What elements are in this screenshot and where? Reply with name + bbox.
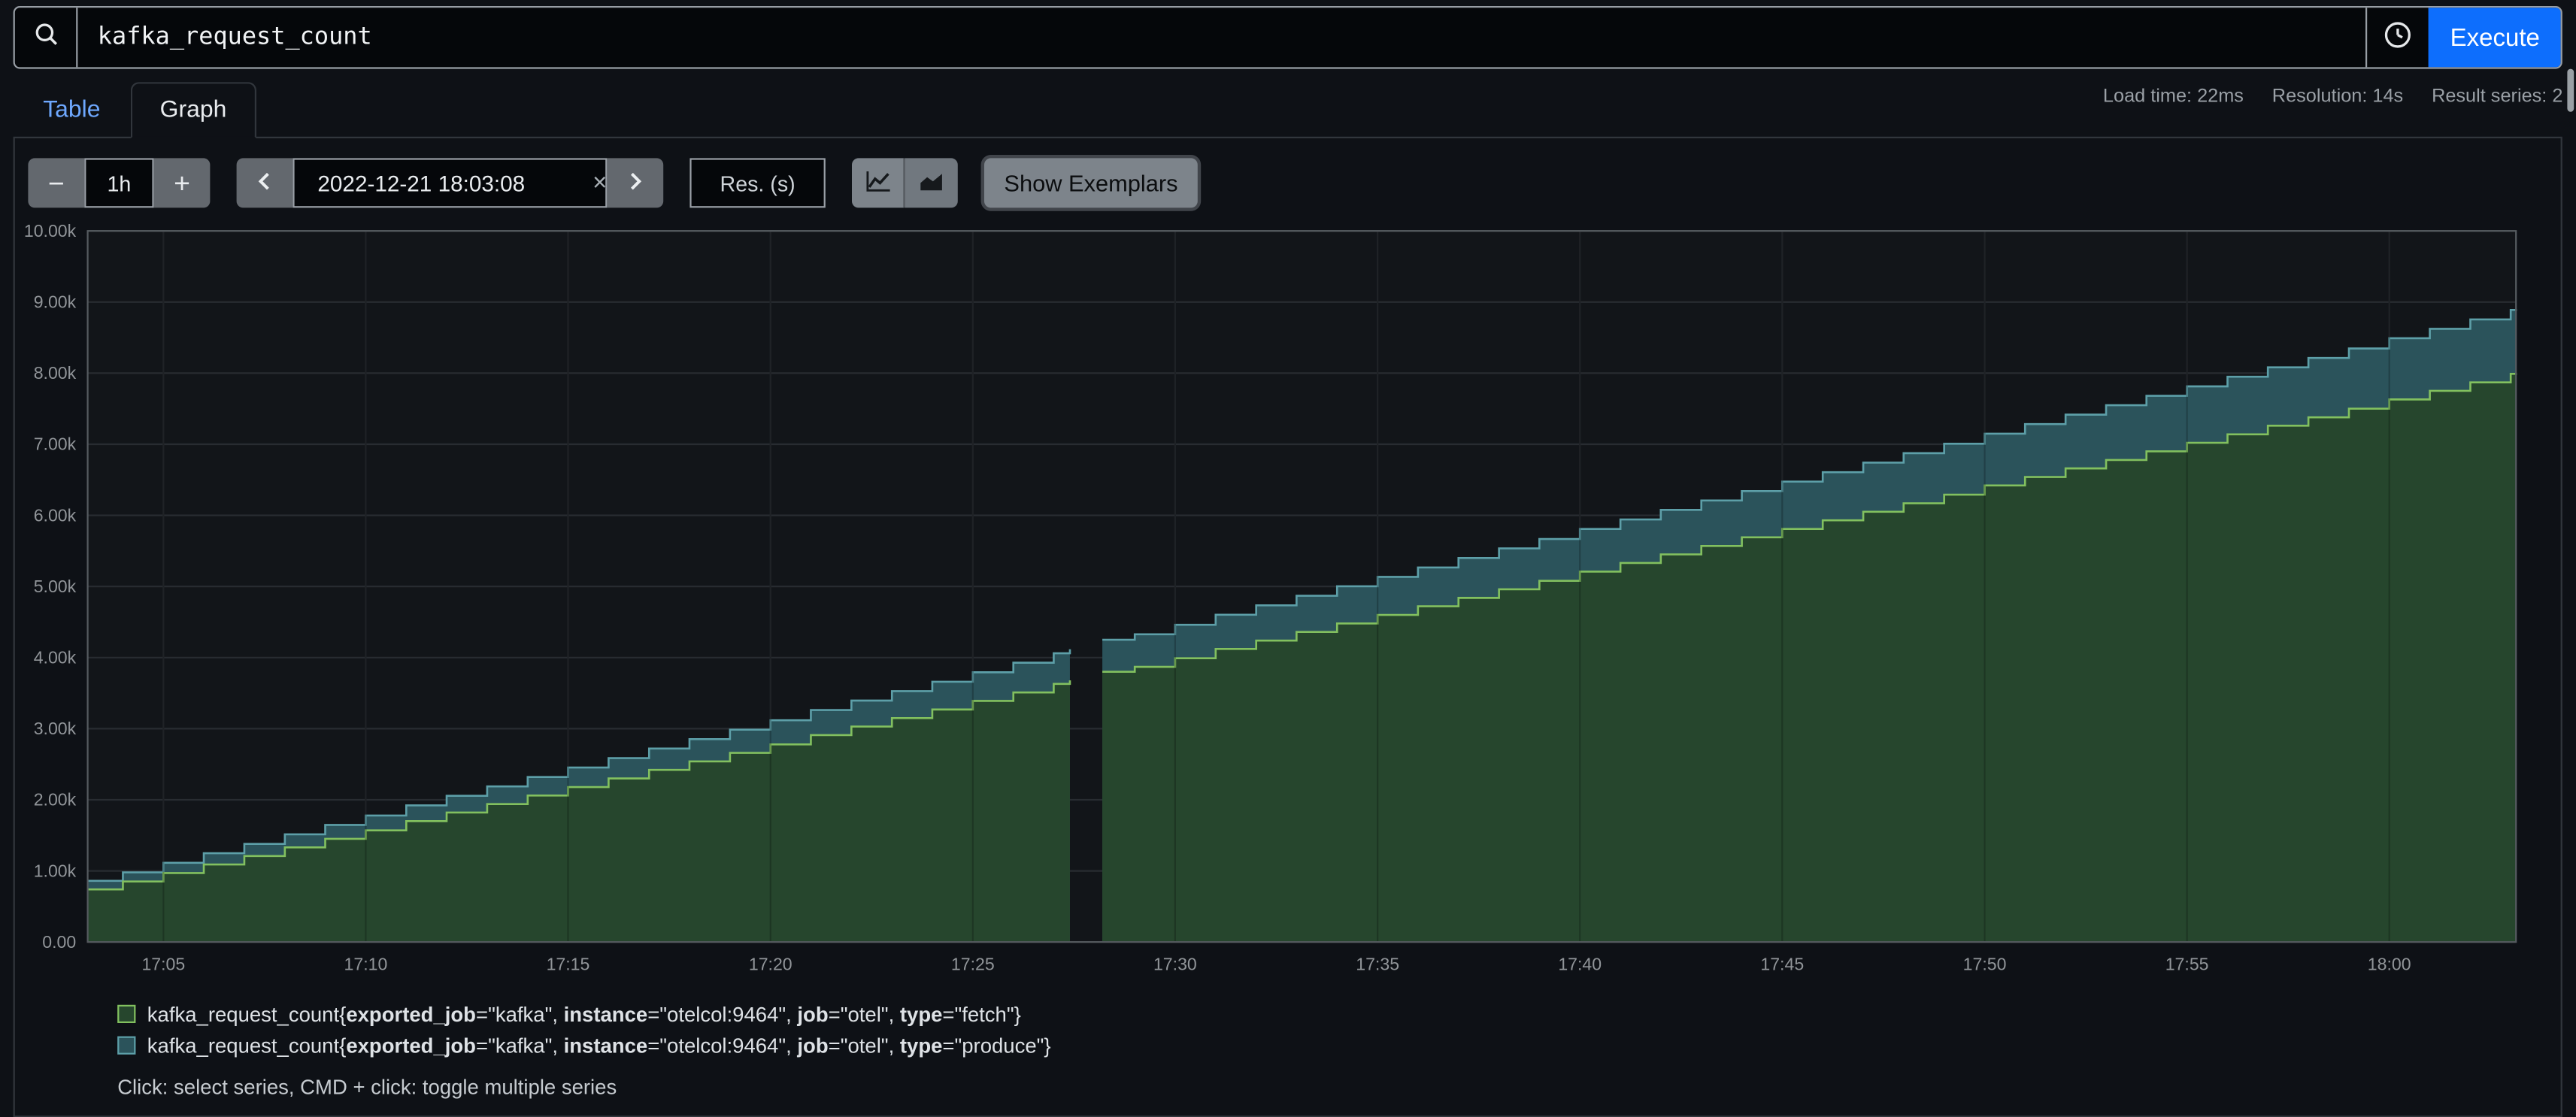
chevron-left-icon bbox=[255, 169, 274, 197]
resolution: Resolution: 14s bbox=[2272, 87, 2403, 107]
search-icon bbox=[32, 20, 59, 55]
resolution-input[interactable] bbox=[689, 158, 825, 207]
svg-text:17:20: 17:20 bbox=[749, 955, 792, 974]
svg-text:10.00k: 10.00k bbox=[25, 221, 77, 241]
datetime-input[interactable] bbox=[292, 158, 607, 207]
time-toggle-button[interactable] bbox=[2366, 8, 2429, 67]
query-input-group: Execute bbox=[14, 6, 2563, 69]
svg-text:5.00k: 5.00k bbox=[34, 577, 77, 596]
svg-text:2.00k: 2.00k bbox=[34, 790, 77, 810]
legend-label: kafka_request_count{exported_job="kafka"… bbox=[147, 1003, 1021, 1026]
clear-time-icon[interactable]: × bbox=[592, 171, 607, 195]
svg-text:3.00k: 3.00k bbox=[34, 719, 77, 738]
search-addon bbox=[15, 8, 78, 67]
svg-text:4.00k: 4.00k bbox=[34, 648, 77, 667]
range-increase-button[interactable]: + bbox=[154, 158, 211, 207]
graph-controls: − + × bbox=[28, 158, 2551, 207]
query-stats: Load time: 22ms Resolution: 14s Result s… bbox=[2080, 82, 2562, 107]
graph-type-group bbox=[852, 158, 958, 207]
load-time: Load time: 22ms bbox=[2103, 87, 2244, 107]
svg-text:17:15: 17:15 bbox=[547, 955, 590, 974]
svg-text:17:10: 17:10 bbox=[344, 955, 388, 974]
svg-text:17:45: 17:45 bbox=[1760, 955, 1804, 974]
legend-label: kafka_request_count{exported_job="kafka"… bbox=[147, 1034, 1051, 1057]
svg-text:0.00: 0.00 bbox=[42, 932, 76, 952]
legend-swatch bbox=[117, 1005, 135, 1023]
result-series: Result series: 2 bbox=[2432, 87, 2562, 107]
legend-hint: Click: select series, CMD + click: toggl… bbox=[117, 1076, 2551, 1099]
stacked-chart-icon bbox=[918, 169, 944, 197]
tabs-bar: Table Graph Load time: 22ms Resolution: … bbox=[14, 82, 2563, 138]
query-input[interactable] bbox=[77, 8, 2365, 67]
graph-panel: − + × bbox=[14, 138, 2563, 1117]
stacked-graph-button[interactable] bbox=[905, 158, 957, 207]
svg-text:7.00k: 7.00k bbox=[34, 434, 77, 454]
legend-swatch bbox=[117, 1037, 135, 1055]
line-chart-icon bbox=[865, 169, 891, 197]
execute-button[interactable]: Execute bbox=[2429, 8, 2561, 67]
line-graph-button[interactable] bbox=[852, 158, 905, 207]
svg-text:18:00: 18:00 bbox=[2368, 955, 2411, 974]
time-group: × bbox=[237, 158, 664, 207]
svg-text:9.00k: 9.00k bbox=[34, 292, 77, 312]
prometheus-app: Execute Table Graph Load time: 22ms Reso… bbox=[0, 6, 2576, 1117]
svg-text:6.00k: 6.00k bbox=[34, 505, 77, 525]
svg-text:8.00k: 8.00k bbox=[34, 363, 77, 383]
range-decrease-button[interactable]: − bbox=[28, 158, 84, 207]
svg-text:17:35: 17:35 bbox=[1356, 955, 1399, 974]
tab-table[interactable]: Table bbox=[14, 82, 130, 138]
svg-text:17:30: 17:30 bbox=[1153, 955, 1197, 974]
range-input[interactable] bbox=[84, 158, 153, 207]
svg-text:17:40: 17:40 bbox=[1558, 955, 1602, 974]
legend: kafka_request_count{exported_job="kafka"… bbox=[117, 998, 2551, 1061]
range-group: − + bbox=[28, 158, 210, 207]
chevron-right-icon bbox=[626, 169, 645, 197]
svg-text:1.00k: 1.00k bbox=[34, 861, 77, 880]
time-forward-button[interactable] bbox=[607, 158, 663, 207]
svg-text:17:55: 17:55 bbox=[2165, 955, 2209, 974]
svg-text:17:50: 17:50 bbox=[1963, 955, 2007, 974]
graph-canvas[interactable]: 0.00 1.00k 2.00k 3.00k 4.00k 5.00k 6.00k 7.00k 8… bbox=[25, 221, 2550, 979]
time-back-button[interactable] bbox=[237, 158, 293, 207]
svg-text:17:25: 17:25 bbox=[951, 955, 995, 974]
legend-item[interactable]: kafka_request_count{exported_job="kafka"… bbox=[117, 998, 2551, 1030]
clock-icon bbox=[2384, 21, 2412, 54]
legend-item[interactable]: kafka_request_count{exported_job="kafka"… bbox=[117, 1030, 2551, 1061]
query-bar: Execute bbox=[14, 6, 2563, 69]
svg-text:17:05: 17:05 bbox=[141, 955, 185, 974]
show-exemplars-button[interactable]: Show Exemplars bbox=[984, 158, 1198, 207]
tab-graph[interactable]: Graph bbox=[130, 82, 256, 138]
scrollbar-thumb[interactable] bbox=[2568, 69, 2574, 112]
